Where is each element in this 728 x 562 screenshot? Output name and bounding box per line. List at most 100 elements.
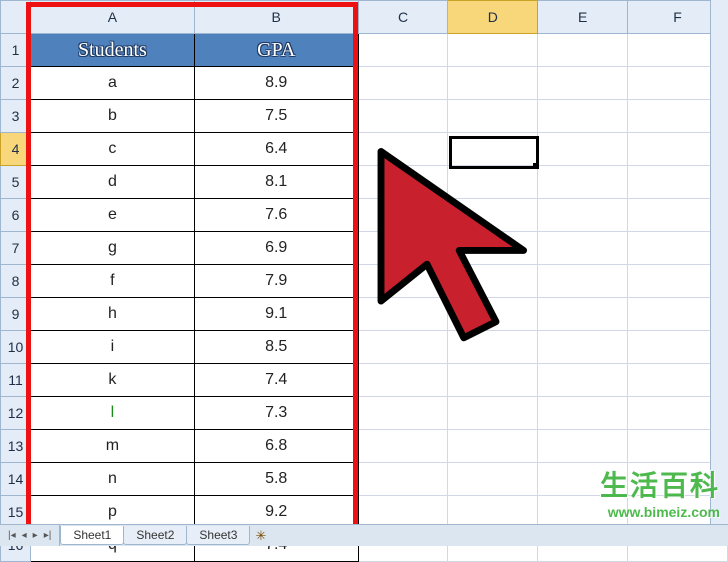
row-header-4[interactable]: 4 bbox=[1, 133, 31, 166]
cell-C11[interactable] bbox=[358, 364, 448, 397]
cell-A3[interactable]: b bbox=[30, 100, 194, 133]
cell-C9[interactable] bbox=[358, 298, 448, 331]
cell-D8[interactable] bbox=[448, 265, 538, 298]
col-header-B[interactable]: B bbox=[194, 1, 358, 34]
col-header-D[interactable]: D bbox=[448, 1, 538, 34]
cell-D11[interactable] bbox=[448, 364, 538, 397]
cell-A7[interactable]: g bbox=[30, 232, 194, 265]
select-all-corner[interactable] bbox=[1, 1, 31, 34]
row-header-13[interactable]: 13 bbox=[1, 430, 31, 463]
cell-D13[interactable] bbox=[448, 430, 538, 463]
row-header-8[interactable]: 8 bbox=[1, 265, 31, 298]
row-header-1[interactable]: 1 bbox=[1, 34, 31, 67]
cell-C1[interactable] bbox=[358, 34, 448, 67]
cell-C13[interactable] bbox=[358, 430, 448, 463]
cell-C12[interactable] bbox=[358, 397, 448, 430]
cell-A5[interactable]: d bbox=[30, 166, 194, 199]
tab-nav-prev-icon[interactable]: ◂ bbox=[20, 530, 29, 541]
cell-B3[interactable]: 7.5 bbox=[194, 100, 358, 133]
sheet-tab-sheet2[interactable]: Sheet2 bbox=[123, 526, 187, 545]
cell-E14[interactable] bbox=[538, 463, 628, 496]
cell-B12[interactable]: 7.3 bbox=[194, 397, 358, 430]
cell-E1[interactable] bbox=[538, 34, 628, 67]
row-header-3[interactable]: 3 bbox=[1, 100, 31, 133]
spreadsheet-grid[interactable]: ABCDEF1StudentsGPA2a8.93b7.54c6.45d8.16e… bbox=[0, 0, 728, 562]
cell-E4[interactable] bbox=[538, 133, 628, 166]
cell-C5[interactable] bbox=[358, 166, 448, 199]
cell-C6[interactable] bbox=[358, 199, 448, 232]
cell-A14[interactable]: n bbox=[30, 463, 194, 496]
cell-B14[interactable]: 5.8 bbox=[194, 463, 358, 496]
cell-B11[interactable]: 7.4 bbox=[194, 364, 358, 397]
cell-E7[interactable] bbox=[538, 232, 628, 265]
cell-A11[interactable]: k bbox=[30, 364, 194, 397]
new-sheet-icon[interactable]: ✳ bbox=[249, 526, 272, 546]
cell-D12[interactable] bbox=[448, 397, 538, 430]
cell-C7[interactable] bbox=[358, 232, 448, 265]
row-header-5[interactable]: 5 bbox=[1, 166, 31, 199]
cell-E9[interactable] bbox=[538, 298, 628, 331]
cell-A9[interactable]: h bbox=[30, 298, 194, 331]
cell-E8[interactable] bbox=[538, 265, 628, 298]
cell-C10[interactable] bbox=[358, 331, 448, 364]
cell-E12[interactable] bbox=[538, 397, 628, 430]
cell-A12[interactable]: l bbox=[30, 397, 194, 430]
sheet-tab-sheet3[interactable]: Sheet3 bbox=[186, 526, 250, 545]
row-header-12[interactable]: 12 bbox=[1, 397, 31, 430]
cell-E2[interactable] bbox=[538, 67, 628, 100]
col-header-A[interactable]: A bbox=[30, 1, 194, 34]
cell-B4[interactable]: 6.4 bbox=[194, 133, 358, 166]
cell-A10[interactable]: i bbox=[30, 331, 194, 364]
cell-E5[interactable] bbox=[538, 166, 628, 199]
tab-nav-next-icon[interactable]: ▸ bbox=[31, 530, 40, 541]
row-header-6[interactable]: 6 bbox=[1, 199, 31, 232]
cell-E11[interactable] bbox=[538, 364, 628, 397]
row-header-7[interactable]: 7 bbox=[1, 232, 31, 265]
col-header-E[interactable]: E bbox=[538, 1, 628, 34]
cell-D5[interactable] bbox=[448, 166, 538, 199]
row-header-11[interactable]: 11 bbox=[1, 364, 31, 397]
cell-B5[interactable]: 8.1 bbox=[194, 166, 358, 199]
cell-D3[interactable] bbox=[448, 100, 538, 133]
cell-C4[interactable] bbox=[358, 133, 448, 166]
cell-B1[interactable]: GPA bbox=[194, 34, 358, 67]
cell-D9[interactable] bbox=[448, 298, 538, 331]
tab-nav-last-icon[interactable]: ▸| bbox=[42, 530, 54, 541]
cell-D4[interactable] bbox=[448, 133, 538, 166]
cell-E3[interactable] bbox=[538, 100, 628, 133]
cell-B6[interactable]: 7.6 bbox=[194, 199, 358, 232]
cell-A8[interactable]: f bbox=[30, 265, 194, 298]
cell-A1[interactable]: Students bbox=[30, 34, 194, 67]
cell-B8[interactable]: 7.9 bbox=[194, 265, 358, 298]
cell-E10[interactable] bbox=[538, 331, 628, 364]
row-header-9[interactable]: 9 bbox=[1, 298, 31, 331]
cell-B9[interactable]: 9.1 bbox=[194, 298, 358, 331]
cell-D7[interactable] bbox=[448, 232, 538, 265]
cell-D14[interactable] bbox=[448, 463, 538, 496]
cell-B10[interactable]: 8.5 bbox=[194, 331, 358, 364]
cell-D10[interactable] bbox=[448, 331, 538, 364]
cell-E13[interactable] bbox=[538, 430, 628, 463]
cell-C2[interactable] bbox=[358, 67, 448, 100]
cell-A13[interactable]: m bbox=[30, 430, 194, 463]
vertical-scrollbar[interactable] bbox=[710, 0, 728, 524]
cell-C14[interactable] bbox=[358, 463, 448, 496]
cell-D6[interactable] bbox=[448, 199, 538, 232]
row-header-2[interactable]: 2 bbox=[1, 67, 31, 100]
cell-A2[interactable]: a bbox=[30, 67, 194, 100]
cell-B7[interactable]: 6.9 bbox=[194, 232, 358, 265]
cell-C3[interactable] bbox=[358, 100, 448, 133]
cell-D2[interactable] bbox=[448, 67, 538, 100]
cell-D1[interactable] bbox=[448, 34, 538, 67]
cell-B13[interactable]: 6.8 bbox=[194, 430, 358, 463]
cell-B2[interactable]: 8.9 bbox=[194, 67, 358, 100]
cell-A6[interactable]: e bbox=[30, 199, 194, 232]
row-header-10[interactable]: 10 bbox=[1, 331, 31, 364]
tab-nav-first-icon[interactable]: |◂ bbox=[6, 530, 18, 541]
cell-E6[interactable] bbox=[538, 199, 628, 232]
cell-A4[interactable]: c bbox=[30, 133, 194, 166]
row-header-14[interactable]: 14 bbox=[1, 463, 31, 496]
col-header-C[interactable]: C bbox=[358, 1, 448, 34]
cell-C8[interactable] bbox=[358, 265, 448, 298]
sheet-tab-sheet1[interactable]: Sheet1 bbox=[60, 526, 124, 545]
